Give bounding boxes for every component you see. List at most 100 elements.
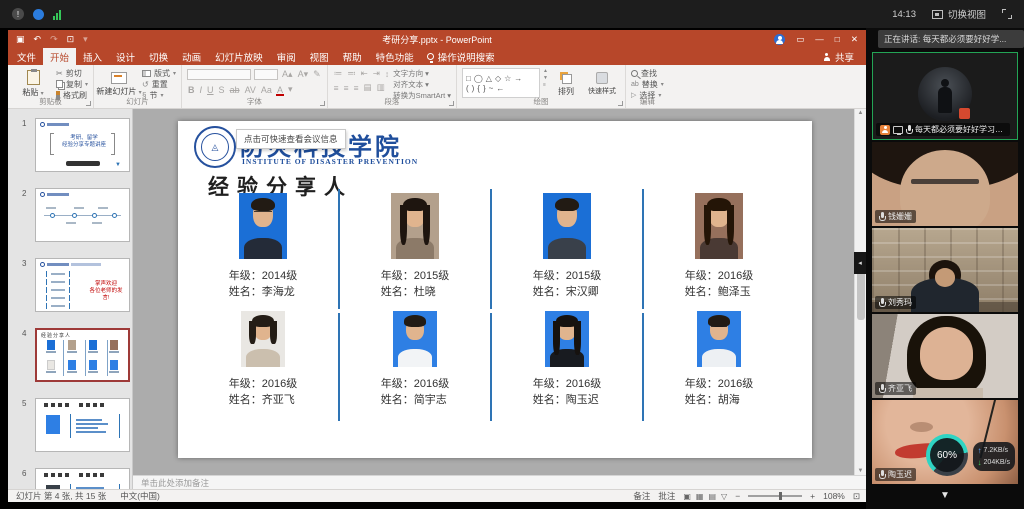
highlight-icon[interactable]: ▾ bbox=[287, 84, 294, 95]
font-name-select[interactable] bbox=[187, 69, 251, 80]
bullets-icon[interactable]: ≔ bbox=[333, 68, 344, 79]
network-signal-icon[interactable] bbox=[53, 9, 61, 20]
columns-icon[interactable]: ▥ bbox=[376, 82, 386, 93]
font-size-select[interactable] bbox=[254, 69, 278, 80]
close-button[interactable]: ✕ bbox=[851, 34, 858, 45]
tab-animations[interactable]: 动画 bbox=[175, 48, 208, 65]
performance-gauge: 60% bbox=[926, 434, 968, 476]
language-indicator[interactable]: 中文(中国) bbox=[120, 490, 160, 502]
zoom-out-button[interactable]: − bbox=[735, 491, 740, 501]
clear-format-icon[interactable]: ✎ bbox=[312, 69, 322, 80]
vertical-scrollbar[interactable]: ▲ ▼ bbox=[854, 109, 866, 475]
strikethrough-icon[interactable]: ab bbox=[229, 85, 241, 95]
align-left-icon[interactable]: ≡ bbox=[333, 83, 340, 93]
numbering-icon[interactable]: ≕ bbox=[346, 68, 357, 79]
underline-icon[interactable]: U bbox=[206, 85, 215, 95]
slideshow-view-icon[interactable]: ▽ bbox=[721, 492, 727, 501]
increase-indent-icon[interactable]: ⇥ bbox=[372, 68, 381, 79]
tab-design[interactable]: 设计 bbox=[109, 48, 142, 65]
decrease-indent-icon[interactable]: ⇤ bbox=[360, 68, 369, 79]
maximize-button[interactable]: □ bbox=[835, 34, 840, 44]
undo-icon[interactable]: ↶ bbox=[34, 34, 42, 45]
share-button[interactable]: 共享 bbox=[823, 48, 854, 65]
notes-toggle[interactable]: 备注 bbox=[633, 490, 650, 502]
fit-to-window-icon[interactable]: ⊡ bbox=[853, 491, 860, 502]
tab-file[interactable]: 文件 bbox=[10, 48, 43, 65]
reading-view-icon[interactable]: ▤ bbox=[708, 492, 716, 501]
cut-button[interactable]: ✂剪切 bbox=[56, 68, 88, 78]
slide-thumbnail-6[interactable] bbox=[35, 468, 130, 489]
participant-tile-3[interactable]: 刘秀玛 bbox=[872, 228, 1018, 312]
ribbon-options-icon[interactable]: ▭ bbox=[796, 34, 804, 45]
char-spacing-icon[interactable]: AV bbox=[244, 85, 257, 95]
bold-icon[interactable]: B bbox=[187, 85, 196, 95]
line-spacing-icon[interactable]: ↕ bbox=[384, 69, 390, 79]
zoom-level[interactable]: 108% bbox=[823, 491, 845, 501]
slide-thumbnail-2[interactable] bbox=[35, 188, 130, 242]
tab-slideshow[interactable]: 幻灯片放映 bbox=[208, 48, 270, 65]
dialog-launcher-icon[interactable] bbox=[449, 101, 454, 106]
find-button[interactable]: 查找 bbox=[631, 68, 664, 78]
slide-thumbnail-1[interactable]: 考研、留学经验分享专题讲座 ▼ bbox=[35, 118, 130, 172]
justify-icon[interactable]: ▤ bbox=[363, 82, 373, 93]
dialog-launcher-icon[interactable] bbox=[618, 101, 623, 106]
shapes-gallery[interactable]: □◯△◇☆→ (){}~← bbox=[462, 68, 540, 98]
scroll-up-icon[interactable]: ▲ bbox=[858, 110, 864, 116]
tab-view[interactable]: 视图 bbox=[303, 48, 336, 65]
tab-transitions[interactable]: 切换 bbox=[142, 48, 175, 65]
normal-view-icon[interactable]: ▣ bbox=[683, 492, 691, 501]
dialog-launcher-icon[interactable] bbox=[86, 101, 91, 106]
slide-thumbnail-3[interactable]: 掌声欢迎各位老师的发言! bbox=[35, 258, 130, 312]
tab-insert[interactable]: 插入 bbox=[76, 48, 109, 65]
zoom-slider-thumb[interactable] bbox=[779, 492, 782, 500]
zoom-in-button[interactable]: + bbox=[810, 491, 815, 501]
grow-font-icon[interactable]: A▴ bbox=[281, 69, 294, 80]
italic-icon[interactable]: I bbox=[199, 85, 204, 95]
align-right-icon[interactable]: ≡ bbox=[353, 83, 360, 93]
scroll-down-icon[interactable]: ▼ bbox=[858, 468, 864, 474]
align-center-icon[interactable]: ≡ bbox=[343, 83, 350, 93]
tab-help[interactable]: 帮助 bbox=[336, 48, 369, 65]
tab-review[interactable]: 审阅 bbox=[270, 48, 303, 65]
group-label: 字体 bbox=[182, 96, 327, 107]
layout-button[interactable]: 版式▾ bbox=[142, 68, 176, 78]
account-avatar[interactable] bbox=[774, 34, 785, 45]
slideshow-icon[interactable]: ⊡ bbox=[67, 34, 75, 45]
copy-button[interactable]: 复制▾ bbox=[56, 79, 88, 89]
comments-toggle[interactable]: 批注 bbox=[658, 490, 675, 502]
zoom-slider[interactable] bbox=[748, 495, 802, 497]
info-icon[interactable]: ! bbox=[12, 8, 24, 20]
tell-me-search[interactable]: 操作说明搜索 bbox=[427, 48, 495, 65]
qat-dropdown-icon[interactable]: ▾ bbox=[83, 34, 88, 45]
tab-features[interactable]: 特色功能 bbox=[369, 48, 421, 65]
slide-thumbnail-5[interactable] bbox=[35, 398, 130, 452]
slide-sorter-icon[interactable]: ▦ bbox=[696, 492, 704, 501]
align-text-button[interactable]: 对齐文本▾ bbox=[393, 79, 451, 89]
redo-icon[interactable]: ↷ bbox=[50, 34, 58, 45]
slide-thumbnail-4-selected[interactable]: 经验分享人 bbox=[35, 328, 130, 382]
participant-tile-5[interactable]: 60% ↑7.2KB/s ↓204KB/s 陶玉迟 bbox=[872, 400, 1018, 484]
change-case-icon[interactable]: Aa bbox=[260, 85, 273, 95]
presenter-grade: 年级：2014级 bbox=[229, 268, 297, 284]
shrink-font-icon[interactable]: A▾ bbox=[297, 69, 310, 80]
participant-tile-1[interactable]: 每天都必须要好好学习的任薇... bbox=[872, 52, 1018, 140]
scroll-more-participants-arrow[interactable]: ▼ bbox=[866, 490, 1024, 501]
slide-canvas[interactable]: ◬ 防灾科技学院 INSTITUTE OF DISASTER PREVENTIO… bbox=[178, 121, 812, 458]
replace-button[interactable]: ab替换▾ bbox=[631, 79, 664, 89]
tab-home[interactable]: 开始 bbox=[43, 48, 76, 65]
text-direction-button[interactable]: 文字方向▾ bbox=[393, 68, 451, 78]
minimize-button[interactable]: — bbox=[815, 34, 824, 44]
camera-status-icon[interactable] bbox=[33, 9, 44, 20]
save-icon[interactable]: ▣ bbox=[16, 34, 25, 45]
shadow-icon[interactable]: S bbox=[218, 85, 226, 95]
shapes-scroll[interactable]: ▲▼≡ bbox=[543, 68, 548, 88]
participant-tile-4[interactable]: 齐亚飞 bbox=[872, 314, 1018, 398]
fullscreen-icon[interactable] bbox=[1002, 9, 1012, 19]
dialog-launcher-icon[interactable] bbox=[320, 101, 325, 106]
sidebar-collapse-handle[interactable]: ◂ bbox=[854, 252, 866, 274]
font-color-icon[interactable]: A bbox=[276, 85, 284, 95]
switch-view-button[interactable]: 切换视图 bbox=[932, 7, 986, 21]
reset-button[interactable]: ↺重置 bbox=[142, 79, 176, 89]
participant-tile-2[interactable]: 钱姗姗 bbox=[872, 142, 1018, 226]
notes-pane[interactable]: 单击此处添加备注 bbox=[133, 475, 866, 489]
